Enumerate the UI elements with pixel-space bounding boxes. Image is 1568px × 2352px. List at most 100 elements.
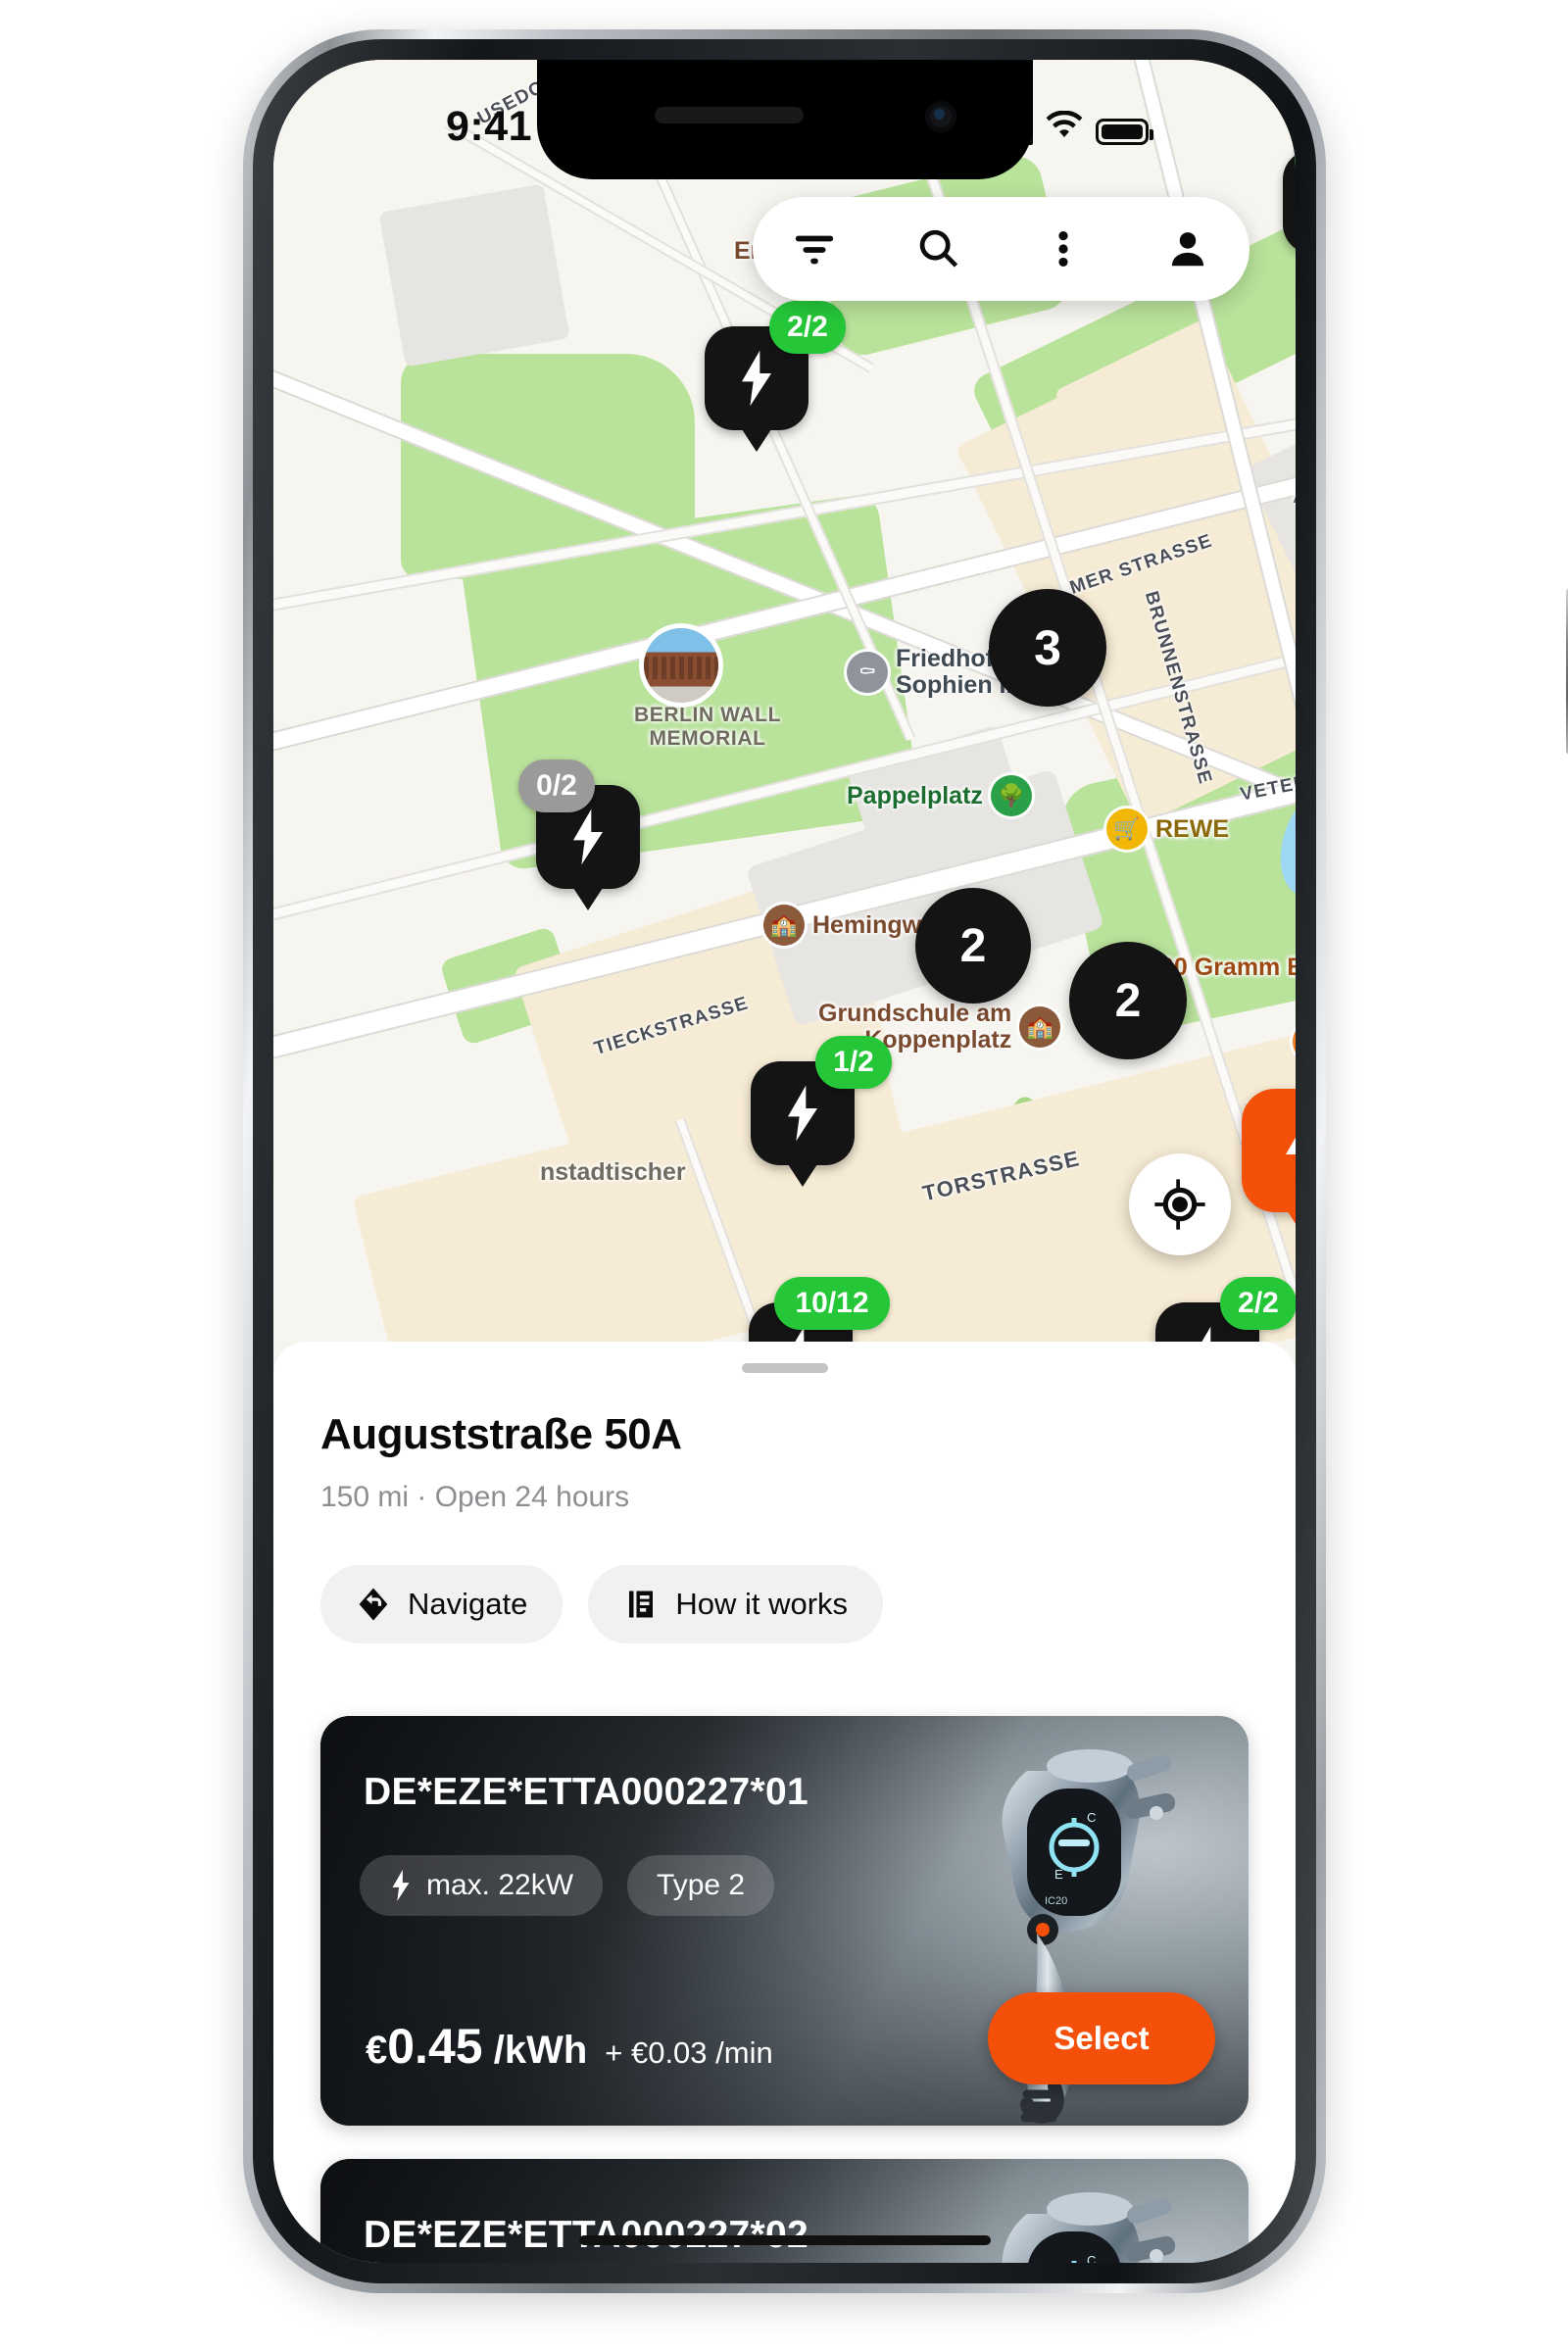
phone-screen: USEDOMER S MER STRASSE BRUNNENSTRASSE VE… (273, 60, 1296, 2263)
book-icon (629, 1591, 654, 1618)
price-currency: € (366, 2029, 388, 2072)
charger-pin-0-2-left[interactable]: 0/2 (518, 760, 640, 910)
poi-city-chicken[interactable]: 🍴 City Chicken Nahas 1993 (1293, 1015, 1296, 1068)
how-it-works-button[interactable]: How it works (588, 1565, 884, 1643)
district-label: ARKONAKIEZ (1293, 481, 1296, 510)
bolt-icon (742, 350, 771, 407)
cluster-marker[interactable]: 3 (989, 589, 1106, 707)
navigate-label: Navigate (408, 1587, 528, 1621)
detail-bottom-sheet: Auguststraße 50A 150 mi · Open 24 hours … (273, 1342, 1296, 2263)
filter-button[interactable] (771, 206, 858, 292)
connector-tag: Type 2 (627, 1855, 775, 1916)
charger-pin-2-2-bottom-right[interactable]: 2/2 (1155, 1277, 1296, 1342)
search-icon (919, 229, 958, 268)
poi-rewe[interactable]: 🛒 REWE (1106, 808, 1229, 850)
app-root: USEDOMER S MER STRASSE BRUNNENSTRASSE VE… (273, 60, 1296, 2263)
charger-pin-10-12-bottom[interactable]: 10/12 (749, 1277, 890, 1342)
profile-icon (1171, 232, 1203, 267)
how-it-works-label: How it works (675, 1587, 849, 1621)
availability-badge: 10/12 (774, 1277, 890, 1330)
ev-connector-image: C E IC20 (1002, 2192, 1176, 2263)
poi-label: REWE (1155, 814, 1229, 843)
map-toolbar (753, 197, 1250, 301)
svg-text:C: C (1087, 1810, 1096, 1825)
price-row: €0.45 /kWh + €0.03 /min (366, 2018, 773, 2075)
bolt-icon (573, 808, 603, 865)
locate-me-button[interactable] (1129, 1153, 1231, 1255)
school-icon: 🏫 (763, 905, 805, 946)
charger-card[interactable]: DE*EZE*ETTA000227*02 max. 22kW Type 2 (320, 2159, 1249, 2263)
action-chips: Navigate How it works (320, 1565, 1296, 1643)
charger-list: DE*EZE*ETTA000227*01 max. 22kW Type 2 C … (320, 1716, 1249, 2263)
poi-hemingway[interactable]: 🏫 Hemingw (763, 905, 921, 946)
cemetery-icon: ⚰ (847, 652, 888, 693)
poi-label: Pappelplatz (847, 781, 983, 809)
search-button[interactable] (896, 206, 982, 292)
page-title: Auguststraße 50A (320, 1410, 682, 1458)
connector-label: Type 2 (657, 1869, 746, 1901)
price-main: €0.45 /kWh (366, 2018, 587, 2075)
power-tag: max. 22kW (360, 1855, 604, 1916)
charger-id: DE*EZE*ETTA000227*01 (364, 1771, 809, 1813)
availability-badge: 0/2 (518, 760, 595, 812)
battery-full-icon (1096, 119, 1153, 145)
more-vertical-icon (1058, 230, 1068, 268)
price-unit: /kWh (493, 2029, 588, 2072)
status-time: 9:41 (446, 103, 533, 150)
bolt-icon (1201, 1326, 1211, 1342)
svg-text:E: E (1054, 1867, 1063, 1882)
cluster-marker[interactable]: 2 (915, 888, 1031, 1004)
charger-pin-selected[interactable] (1242, 1089, 1296, 1236)
restaurant-icon: 🍴 (1293, 1021, 1296, 1062)
pin-body-selected (1242, 1089, 1296, 1236)
pin-tail (786, 1161, 819, 1187)
location-subtitle: 150 mi · Open 24 hours (320, 1481, 630, 1513)
charger-pin-2-2-top[interactable]: 2/2 (705, 301, 846, 452)
locate-me-icon (1154, 1179, 1205, 1230)
charger-tags: max. 22kW Type 2 (360, 1855, 775, 1916)
supermarket-icon: 🛒 (1106, 808, 1148, 850)
park-icon: 🌳 (990, 775, 1032, 816)
power-label: max. 22kW (426, 1869, 574, 1901)
screenshot-root: USEDOMER S MER STRASSE BRUNNENSTRASSE VE… (0, 0, 1568, 2352)
profile-button[interactable] (1145, 206, 1231, 292)
select-button[interactable]: Select (988, 1992, 1215, 2084)
notch (536, 60, 1033, 179)
charger-card[interactable]: DE*EZE*ETTA000227*01 max. 22kW Type 2 C … (320, 1716, 1249, 2126)
bolt-icon (788, 1085, 817, 1142)
availability-badge: 1/2 (815, 1036, 892, 1089)
earpiece-speaker (654, 107, 804, 123)
poi-friedhof-sophien[interactable]: ⚰ Friedhof Sophien II (847, 646, 1012, 699)
wifi-icon (1046, 110, 1083, 145)
sheet-drag-handle[interactable] (741, 1363, 828, 1373)
more-options-button[interactable] (1020, 206, 1106, 292)
map-view[interactable]: USEDOMER S MER STRASSE BRUNNENSTRASSE VE… (273, 60, 1296, 1342)
pin-tail (1287, 1210, 1296, 1236)
bolt-icon (1286, 1137, 1296, 1184)
svg-text:C: C (1087, 2253, 1096, 2263)
pin-tail (571, 885, 605, 910)
charger-pin-1-2-lower-left[interactable]: 1/2 (751, 1036, 892, 1187)
price-extra: + €0.03 /min (605, 2035, 773, 2070)
poi-pappelplatz[interactable]: 🌳 Pappelplatz (847, 775, 1032, 816)
navigate-button[interactable]: Navigate (320, 1565, 564, 1643)
navigate-icon (359, 1588, 388, 1621)
svg-text:IC20: IC20 (1045, 1895, 1067, 1907)
pin-tail (740, 426, 773, 452)
poi-label: nstadtischer (540, 1158, 686, 1186)
front-camera (924, 101, 956, 132)
availability-badge: 2/2 (769, 301, 846, 354)
poi-label: Hemingw (812, 910, 922, 939)
memorial-thumbnail (644, 628, 718, 703)
phone-bezel: USEDOMER S MER STRASSE BRUNNENSTRASSE VE… (253, 39, 1316, 2283)
price-value: 0.45 (387, 2019, 483, 2074)
availability-badge: 2/2 (1220, 1277, 1296, 1330)
poi-nstaedtischer[interactable]: nstadtischer (540, 1159, 686, 1186)
home-indicator[interactable] (578, 2235, 991, 2245)
phone-frame: USEDOMER S MER STRASSE BRUNNENSTRASSE VE… (243, 29, 1568, 2293)
cluster-marker[interactable]: 2 (1069, 942, 1187, 1059)
memorial-label: BERLIN WALL MEMORIAL (633, 704, 782, 750)
school-icon: 🏫 (1019, 1006, 1061, 1048)
bolt-icon (392, 1870, 410, 1901)
filter-icon (796, 235, 834, 265)
